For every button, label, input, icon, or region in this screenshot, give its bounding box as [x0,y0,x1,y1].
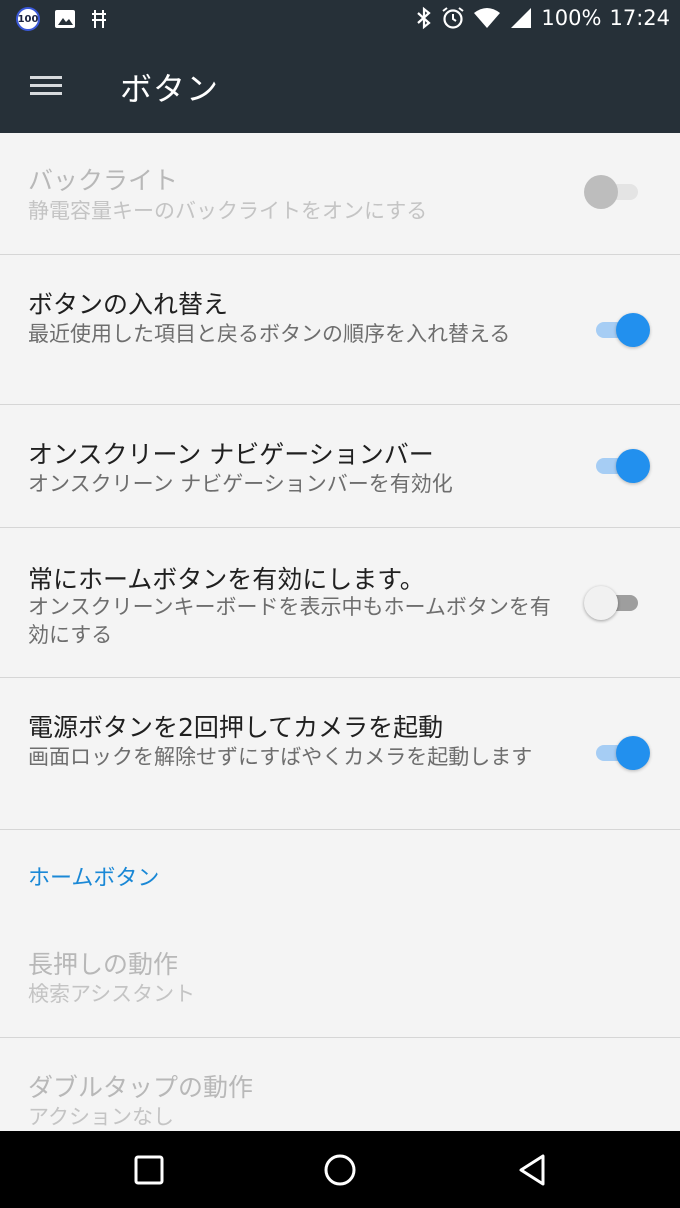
always-home-button-toggle[interactable] [584,585,650,621]
swap-buttons-toggle[interactable] [584,312,650,348]
battery-saver-badge-icon: 100 [16,7,40,31]
setting-subtitle: 検索アシスタント [28,982,196,1006]
setting-title: バックライト [28,166,179,195]
setting-subtitle: オンスクリーン ナビゲーションバーを有効化 [28,472,453,496]
setting-backlight[interactable]: バックライト 静電容量キーのバックライトをオンにする [0,133,680,255]
wifi-icon [474,8,501,28]
setting-title: ダブルタップの動作 [28,1073,254,1102]
image-icon [55,10,75,28]
bluetooth-icon [417,6,432,30]
battery-percent: 100% [541,6,602,30]
setting-title: 長押しの動作 [28,950,179,979]
recents-icon[interactable] [132,1153,166,1187]
signal-icon [511,8,532,28]
usb-debug-icon [92,10,106,28]
navigation-bar [0,1131,680,1208]
double-press-camera-toggle[interactable] [584,735,650,771]
setting-title: オンスクリーン ナビゲーションバー [28,440,434,469]
setting-subtitle: アクションなし [28,1105,174,1129]
onscreen-navbar-toggle[interactable] [584,448,650,484]
setting-always-home-button[interactable]: 常にホームボタンを有効にします。 オンスクリーンキーボードを表示中もホームボタン… [0,528,680,678]
notification-icons: 100 [16,7,108,31]
setting-subtitle: 画面ロックを解除せずにすばやくカメラを起動します [28,745,533,769]
setting-double-press-camera[interactable]: 電源ボタンを2回押してカメラを起動 画面ロックを解除せずにすばやくカメラを起動し… [0,678,680,830]
setting-title: ボタンの入れ替え [28,290,229,319]
section-header-home-button: ホームボタン [28,866,160,891]
backlight-toggle[interactable] [584,174,650,210]
system-icons: 100% 17:24 [415,6,670,30]
app-toolbar: ボタン [0,40,680,133]
setting-title: 電源ボタンを2回押してカメラを起動 [28,713,444,742]
clock: 17:24 [609,6,670,30]
back-icon[interactable] [516,1153,550,1187]
setting-swap-buttons[interactable]: ボタンの入れ替え 最近使用した項目と戻るボタンの順序を入れ替える [0,255,680,405]
alarm-icon [442,7,465,29]
setting-onscreen-navbar[interactable]: オンスクリーン ナビゲーションバー オンスクリーン ナビゲーションバーを有効化 [0,405,680,528]
menu-icon[interactable] [30,74,64,98]
status-bar: 100 100% 17:24 [0,0,680,40]
setting-subtitle: 静電容量キーのバックライトをオンにする [28,199,428,223]
home-icon[interactable] [323,1153,357,1187]
page-title: ボタン [120,70,220,108]
setting-title: 常にホームボタンを有効にします。 [28,565,425,594]
setting-long-press-action[interactable]: 長押しの動作 検索アシスタント [0,915,680,1038]
setting-subtitle: オンスクリーンキーボードを表示中もホームボタンを有効にする [28,595,551,647]
setting-subtitle: 最近使用した項目と戻るボタンの順序を入れ替える [28,322,511,346]
